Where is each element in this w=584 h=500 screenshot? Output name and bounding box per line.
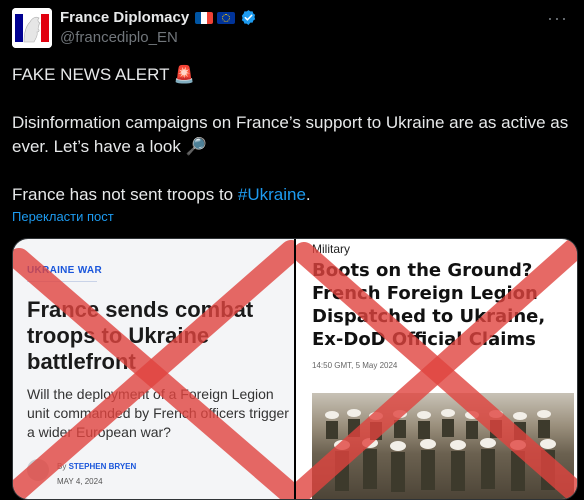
author-name: STEPHEN BRYEN <box>68 462 137 471</box>
article-byline: By STEPHEN BRYEN <box>57 462 136 471</box>
avatar[interactable] <box>12 8 52 48</box>
tweet-line-troops-end: . <box>305 185 311 204</box>
translate-post-link[interactable]: Перекласти пост <box>12 209 114 224</box>
marianne-logo-icon <box>12 8 52 48</box>
verified-badge-icon[interactable] <box>240 9 257 26</box>
account-handle[interactable]: @francediplo_EN <box>60 29 178 46</box>
article-kicker: UKRAINE WAR <box>27 265 102 276</box>
france-flag-icon <box>195 11 214 24</box>
tweet-line-troops-text: France has not sent troops to <box>12 185 238 204</box>
eu-flag-icon <box>217 11 236 24</box>
article-date-left: MAY 4, 2024 <box>57 477 103 486</box>
byline-prefix: By <box>57 462 69 471</box>
article-date-right: 14:50 GMT, 5 May 2024 <box>312 361 398 370</box>
tweet-line-troops: France has not sent troops to #Ukraine. <box>12 183 572 207</box>
media-attachment[interactable]: UKRAINE WAR France sends combat troops t… <box>12 238 578 500</box>
tweet-line-campaigns: Disinformation campaigns on France’s sup… <box>12 113 569 156</box>
article-section: Military <box>312 242 350 256</box>
media-image-right[interactable]: Military Boots on the Ground? French For… <box>296 239 577 499</box>
more-options-icon[interactable]: ··· <box>547 8 568 29</box>
troops-parade-photo <box>312 393 574 499</box>
name-row: France Diplomacy <box>60 9 257 26</box>
tweet-header: France Diplomacy @francediplo_EN ··· <box>12 8 572 52</box>
article-headline-left: France sends combat troops to Ukraine ba… <box>27 297 254 374</box>
soldiers-illustration <box>325 409 556 492</box>
article-headline-right: Boots on the Ground? French Foreign Legi… <box>312 260 546 350</box>
display-name[interactable]: France Diplomacy <box>60 9 189 26</box>
author-avatar <box>27 459 49 481</box>
tweet-line-alert: FAKE NEWS ALERT 🚨 <box>12 65 196 84</box>
kicker-divider <box>27 281 97 282</box>
tweet-text: FAKE NEWS ALERT 🚨 Disinformation campaig… <box>12 63 572 207</box>
article-dek: Will the deployment of a Foreign Legion … <box>27 386 289 440</box>
hashtag-link[interactable]: #Ukraine <box>238 185 306 204</box>
media-image-left[interactable]: UKRAINE WAR France sends combat troops t… <box>13 239 294 499</box>
